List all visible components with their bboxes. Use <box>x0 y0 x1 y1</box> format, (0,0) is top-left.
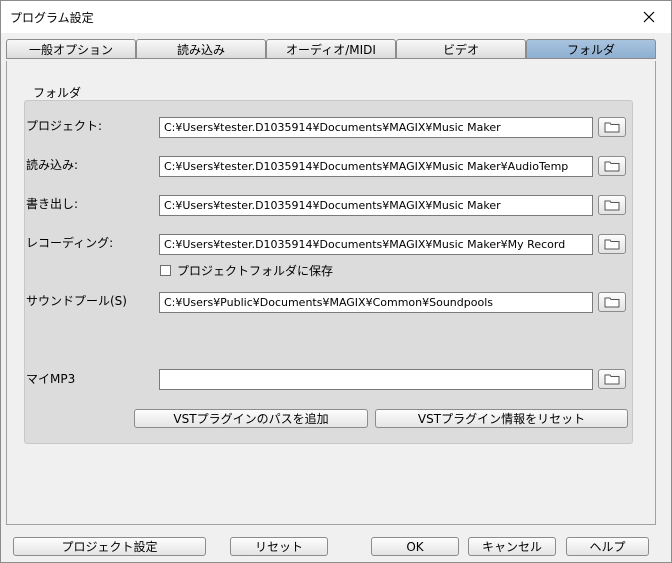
folder-icon <box>604 297 620 308</box>
export-folder-field[interactable]: C:¥Users¥tester.D1035914¥Documents¥MAGIX… <box>159 195 593 216</box>
save-in-project-folder-row[interactable]: プロジェクトフォルダに保存 <box>160 262 333 279</box>
project-settings-button[interactable]: プロジェクト設定 <box>13 537 206 556</box>
project-folder-label: プロジェクト: <box>26 119 103 133</box>
folder-icon <box>604 200 620 211</box>
tab-import[interactable]: 読み込み <box>136 39 266 59</box>
recording-folder-label: レコーディング: <box>26 236 114 250</box>
close-button[interactable] <box>635 4 663 30</box>
tab-audio-midi[interactable]: オーディオ/MIDI <box>266 39 396 59</box>
import-folder-field[interactable]: C:¥Users¥tester.D1035914¥Documents¥MAGIX… <box>159 156 593 177</box>
project-folder-field[interactable]: C:¥Users¥tester.D1035914¥Documents¥MAGIX… <box>159 117 593 138</box>
folder-icon <box>604 122 620 133</box>
export-folder-browse-button[interactable] <box>598 195 626 215</box>
cancel-button[interactable]: キャンセル <box>468 537 556 556</box>
project-folder-browse-button[interactable] <box>598 117 626 137</box>
title-bar: プログラム設定 <box>1 1 671 33</box>
reset-vst-info-button[interactable]: VSTプラグイン情報をリセット <box>375 409 628 428</box>
tab-video[interactable]: ビデオ <box>396 39 526 59</box>
my-mp3-folder-field[interactable] <box>159 369 593 390</box>
help-button[interactable]: ヘルプ <box>566 537 649 556</box>
import-folder-browse-button[interactable] <box>598 156 626 176</box>
add-vst-path-button[interactable]: VSTプラグインのパスを追加 <box>134 409 368 428</box>
import-folder-label: 読み込み: <box>26 158 79 172</box>
save-in-project-folder-checkbox[interactable] <box>160 265 171 276</box>
folder-icon <box>604 239 620 250</box>
ok-button[interactable]: OK <box>371 537 459 556</box>
soundpool-folder-browse-button[interactable] <box>598 292 626 312</box>
recording-folder-field[interactable]: C:¥Users¥tester.D1035914¥Documents¥MAGIX… <box>159 234 593 255</box>
export-folder-label: 書き出し: <box>26 197 79 211</box>
soundpool-folder-field[interactable]: C:¥Users¥Public¥Documents¥MAGIX¥Common¥S… <box>159 292 593 313</box>
my-mp3-folder-label: マイMP3 <box>26 372 76 386</box>
folder-icon <box>604 161 620 172</box>
folder-icon <box>604 374 620 385</box>
my-mp3-folder-browse-button[interactable] <box>598 369 626 389</box>
window-title: プログラム設定 <box>10 11 94 25</box>
reset-button[interactable]: リセット <box>230 537 328 556</box>
tab-general-options[interactable]: 一般オプション <box>6 39 136 59</box>
close-icon <box>643 11 655 23</box>
save-in-project-folder-label: プロジェクトフォルダに保存 <box>177 264 334 278</box>
tab-folders[interactable]: フォルダ <box>526 39 656 59</box>
group-title: フォルダ <box>33 86 82 100</box>
soundpool-folder-label: サウンドプール(S) <box>26 294 127 308</box>
recording-folder-browse-button[interactable] <box>598 234 626 254</box>
tab-bar: 一般オプション 読み込み オーディオ/MIDI ビデオ フォルダ <box>6 39 656 61</box>
